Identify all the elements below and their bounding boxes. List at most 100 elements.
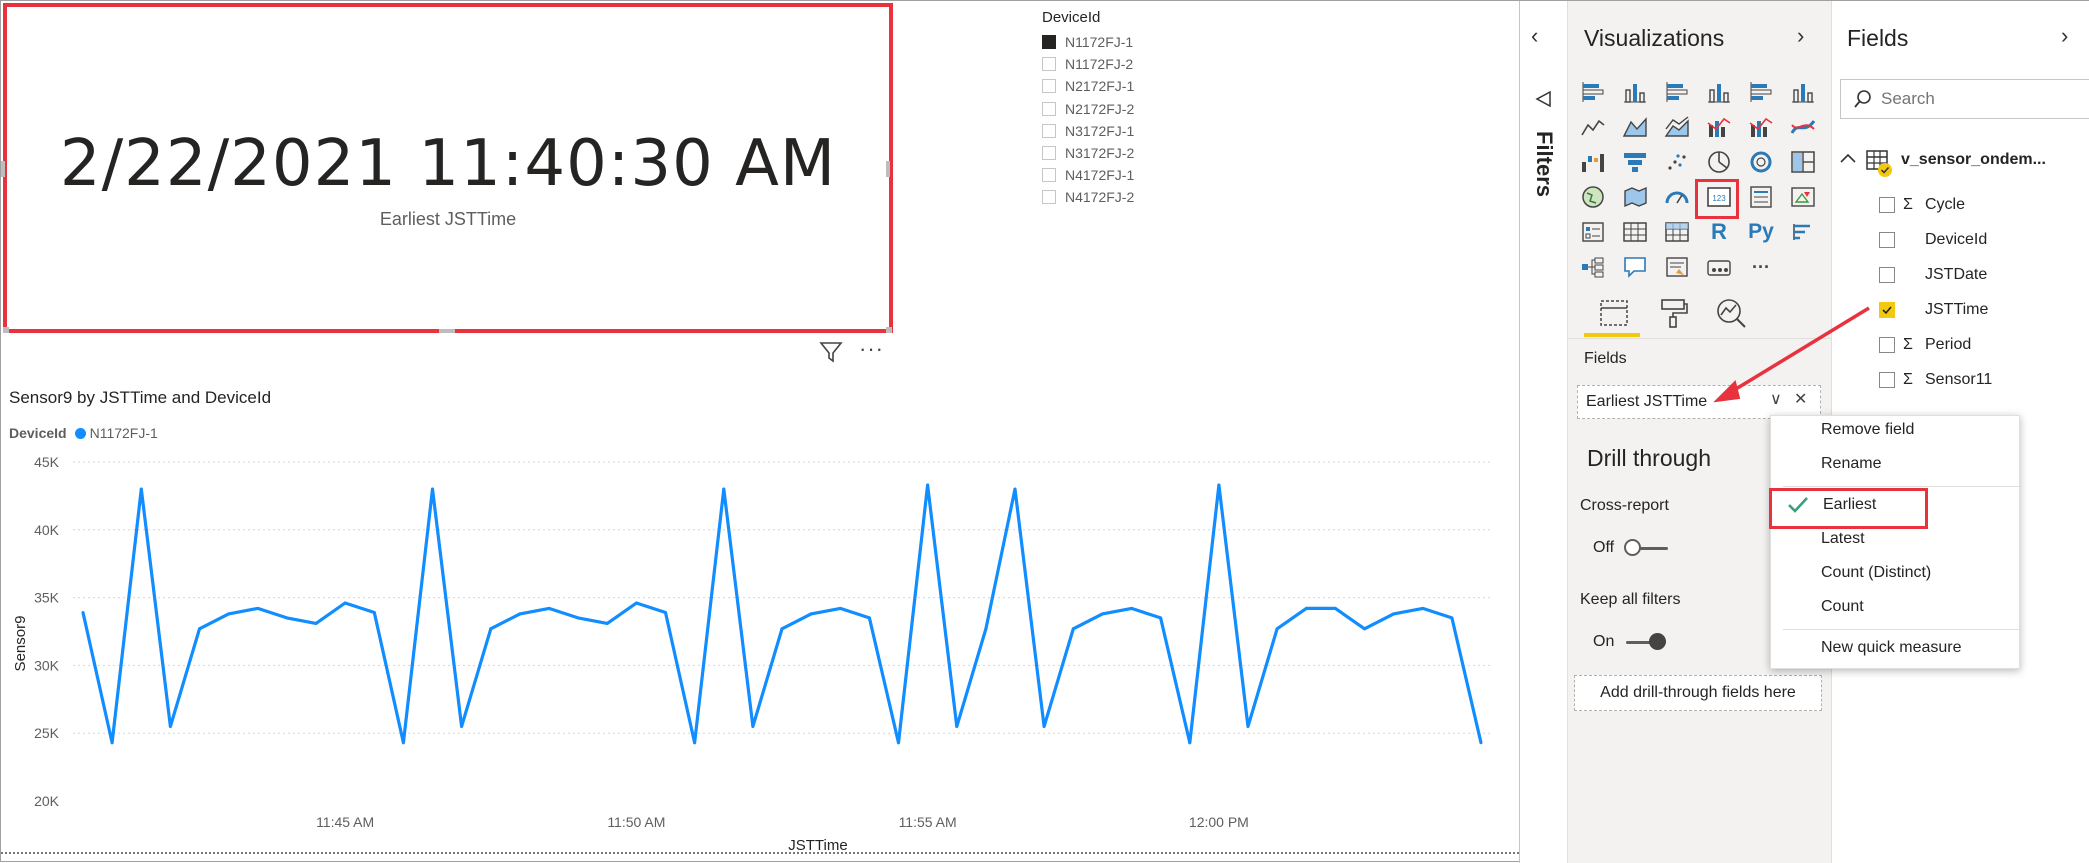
slicer-item[interactable]: N3172FJ-2 xyxy=(1042,143,1134,163)
expand-visualizations-icon[interactable]: › xyxy=(1797,23,1804,49)
format-tab[interactable] xyxy=(1651,294,1697,332)
data-point[interactable] xyxy=(1217,483,1221,487)
data-point[interactable] xyxy=(1275,627,1279,631)
paginated-report-icon[interactable] xyxy=(1702,251,1736,283)
filled-map-icon[interactable] xyxy=(1618,181,1652,213)
resize-handle[interactable] xyxy=(886,327,892,333)
data-point[interactable] xyxy=(751,724,755,728)
slicer-item[interactable]: N1172FJ-1 xyxy=(1042,32,1133,52)
data-point[interactable] xyxy=(372,611,376,615)
slicer-checkbox[interactable] xyxy=(1042,35,1056,49)
data-point[interactable] xyxy=(664,611,667,615)
data-point[interactable] xyxy=(634,601,638,605)
field-item[interactable]: JSTTime xyxy=(1879,299,1988,321)
data-point[interactable] xyxy=(1188,741,1192,745)
stacked-column-icon[interactable] xyxy=(1618,76,1652,108)
data-point[interactable] xyxy=(867,616,871,620)
table-name[interactable]: v_sensor_ondem... xyxy=(1901,151,2046,169)
data-point[interactable] xyxy=(460,724,464,728)
data-point[interactable] xyxy=(401,741,405,745)
key-influencers-icon[interactable] xyxy=(1786,216,1820,248)
matrix-icon[interactable] xyxy=(1660,216,1694,248)
slicer-item[interactable]: N1172FJ-2 xyxy=(1042,54,1133,74)
r-visual-icon[interactable]: R xyxy=(1702,216,1736,248)
field-item[interactable]: Σ Cycle xyxy=(1879,194,1965,216)
card-visual[interactable]: 2/22/2021 11:40:30 AM Earliest JSTTime xyxy=(3,3,893,333)
clustered-bar-icon[interactable] xyxy=(1660,76,1694,108)
chevron-up-icon[interactable] xyxy=(1839,151,1857,170)
data-point[interactable] xyxy=(722,487,726,491)
field-item[interactable]: Σ Sensor11 xyxy=(1879,369,1992,391)
slicer-checkbox[interactable] xyxy=(1042,123,1056,138)
chevron-down-icon[interactable]: ∨ xyxy=(1770,389,1782,409)
slicer-icon[interactable] xyxy=(1576,216,1610,248)
table-icon[interactable] xyxy=(1618,216,1652,248)
field-checkbox-checked[interactable] xyxy=(1879,302,1895,318)
data-point[interactable] xyxy=(1042,724,1046,728)
slicer-item[interactable]: N4172FJ-2 xyxy=(1042,187,1134,207)
more-options-icon[interactable]: ··· xyxy=(859,338,884,360)
ribbon-chart-icon[interactable] xyxy=(1786,111,1820,143)
scatter-icon[interactable] xyxy=(1660,146,1694,178)
waterfall-icon[interactable] xyxy=(1576,146,1610,178)
field-well-item[interactable]: Earliest JSTTime xyxy=(1577,385,1821,419)
data-point[interactable] xyxy=(1159,616,1163,620)
data-point[interactable] xyxy=(343,601,347,605)
slicer-item[interactable]: N2172FJ-1 xyxy=(1042,76,1134,96)
search-input[interactable] xyxy=(1873,88,2063,110)
data-point[interactable] xyxy=(139,487,143,491)
field-checkbox[interactable] xyxy=(1879,197,1895,213)
series-line-n1172fj-1[interactable] xyxy=(81,483,1483,745)
data-point[interactable] xyxy=(838,606,842,610)
treemap-icon[interactable] xyxy=(1786,146,1820,178)
slicer-checkbox[interactable] xyxy=(1042,190,1056,205)
cross-report-toggle-knob[interactable] xyxy=(1624,539,1641,556)
data-point[interactable] xyxy=(198,627,201,631)
data-point[interactable] xyxy=(1304,606,1308,610)
line-chart-icon[interactable] xyxy=(1576,111,1610,143)
remove-field-icon[interactable]: ✕ xyxy=(1794,389,1807,409)
data-point[interactable] xyxy=(314,621,318,625)
slicer-checkbox[interactable] xyxy=(1042,146,1056,160)
slicer-checkbox[interactable] xyxy=(1042,101,1056,116)
field-item[interactable]: JSTDate xyxy=(1879,264,1987,286)
donut-chart-icon[interactable] xyxy=(1744,146,1778,178)
resize-handle[interactable] xyxy=(1,161,5,177)
data-point[interactable] xyxy=(285,616,289,620)
data-point[interactable] xyxy=(1421,606,1425,610)
stacked-area-icon[interactable] xyxy=(1660,111,1694,143)
data-point[interactable] xyxy=(168,724,172,728)
smart-narrative-icon[interactable] xyxy=(1660,251,1694,283)
100-stacked-bar-icon[interactable] xyxy=(1744,76,1778,108)
data-point[interactable] xyxy=(1013,487,1017,491)
data-point[interactable] xyxy=(518,612,522,616)
stacked-bar-icon[interactable] xyxy=(1576,76,1610,108)
keep-all-filters-toggle-knob[interactable] xyxy=(1649,633,1666,650)
resize-handle[interactable] xyxy=(439,329,455,333)
field-checkbox[interactable] xyxy=(1879,372,1895,388)
fields-search-box[interactable] xyxy=(1840,79,2089,119)
pie-chart-icon[interactable] xyxy=(1702,146,1736,178)
area-chart-icon[interactable] xyxy=(1618,111,1652,143)
data-point[interactable] xyxy=(780,627,784,631)
python-visual-icon[interactable]: Py xyxy=(1744,216,1778,248)
expand-fields-icon[interactable]: › xyxy=(2061,23,2068,49)
100-stacked-column-icon[interactable] xyxy=(1786,76,1820,108)
menu-item-earliest[interactable]: Earliest xyxy=(1823,496,1876,514)
multi-row-card-icon[interactable] xyxy=(1744,181,1778,213)
collapse-filters-icon[interactable]: ‹ xyxy=(1531,23,1538,49)
slicer-item[interactable]: N2172FJ-2 xyxy=(1042,99,1134,119)
slicer-item[interactable]: N3172FJ-1 xyxy=(1042,121,1134,141)
data-point[interactable] xyxy=(1479,741,1483,745)
filters-label[interactable]: Filters xyxy=(1531,131,1557,197)
data-point[interactable] xyxy=(576,616,580,620)
field-item[interactable]: Σ Period xyxy=(1879,334,1971,356)
data-point[interactable] xyxy=(1100,612,1104,616)
fields-tab[interactable] xyxy=(1591,294,1637,332)
kpi-icon[interactable] xyxy=(1786,181,1820,213)
decomposition-tree-icon[interactable] xyxy=(1576,251,1610,283)
data-point[interactable] xyxy=(605,621,609,625)
field-checkbox[interactable] xyxy=(1879,267,1895,283)
menu-item-count[interactable]: Count xyxy=(1821,598,1864,616)
card-icon[interactable]: 123 xyxy=(1702,181,1736,213)
